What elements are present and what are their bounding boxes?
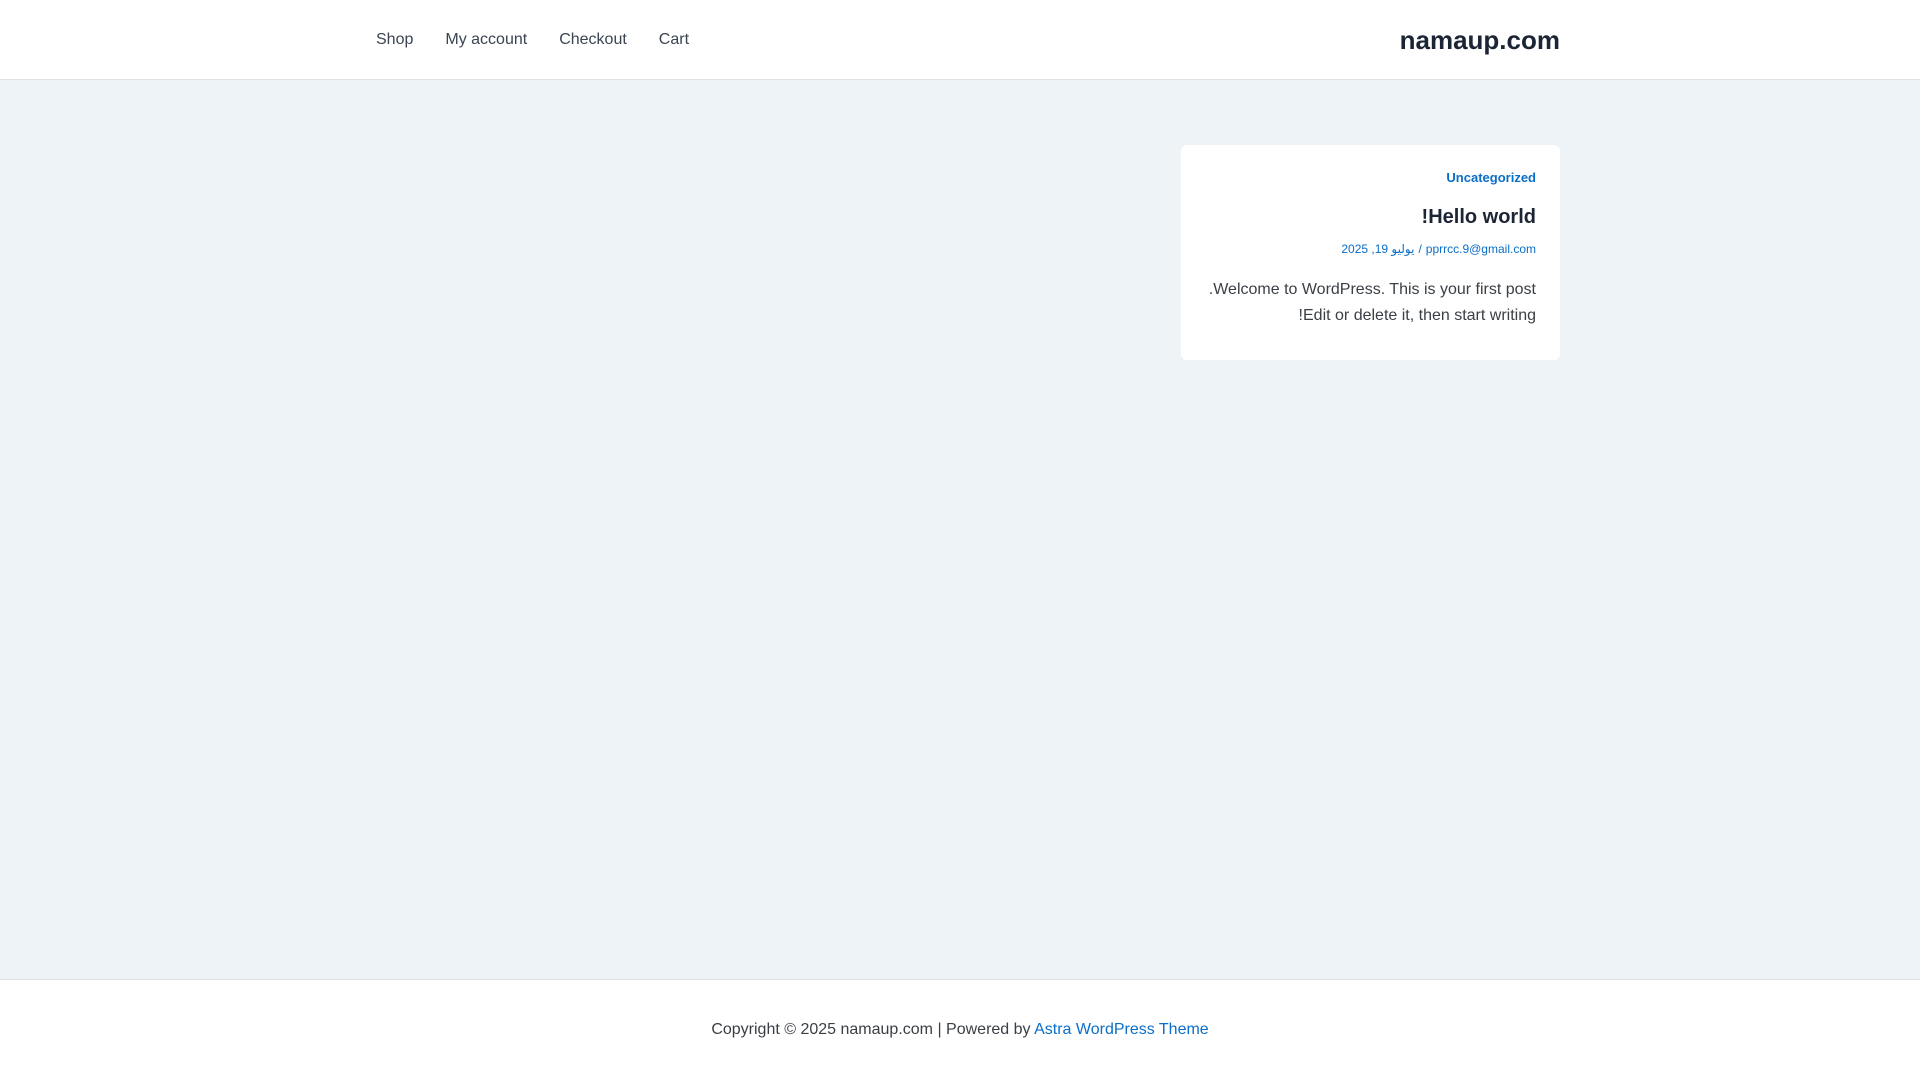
site-title[interactable]: namaup.com	[1400, 0, 1560, 80]
footer-copyright: Copyright © 2025 namaup.com | Powered by…	[0, 1019, 1920, 1041]
post-excerpt: Welcome to WordPress. This is your first…	[1205, 277, 1536, 329]
primary-nav: Shop My account Checkout Cart	[376, 0, 689, 80]
post-excerpt-line: Edit or delete it, then start writing!	[1298, 307, 1536, 324]
nav-item-my-account[interactable]: My account	[445, 0, 527, 80]
nav-item-cart[interactable]: Cart	[659, 0, 689, 80]
post-date: يوليو 19, 2025	[1341, 242, 1415, 256]
footer-theme-link[interactable]: Astra WordPress Theme	[1034, 1021, 1209, 1038]
nav-item-checkout[interactable]: Checkout	[559, 0, 627, 80]
main-content: Uncategorized Hello world! pprrcc.9@gmai…	[0, 81, 1920, 979]
site-footer: Copyright © 2025 namaup.com | Powered by…	[0, 979, 1920, 1080]
post-title-link[interactable]: Hello world!	[1205, 205, 1536, 229]
post-meta-separator: /	[1418, 242, 1422, 256]
post-card: Uncategorized Hello world! pprrcc.9@gmai…	[1181, 145, 1560, 360]
post-author-link[interactable]: pprrcc.9@gmail.com	[1426, 242, 1536, 256]
nav-item-shop[interactable]: Shop	[376, 0, 413, 80]
post-category-link[interactable]: Uncategorized	[1205, 169, 1536, 187]
post-excerpt-line: Welcome to WordPress. This is your first…	[1208, 281, 1536, 298]
page: Shop My account Checkout Cart namaup.com…	[0, 0, 1920, 1080]
footer-copyright-text: Copyright © 2025 namaup.com | Powered by	[711, 1021, 1035, 1038]
site-header: Shop My account Checkout Cart namaup.com	[0, 0, 1920, 80]
post-meta: pprrcc.9@gmail.com /يوليو 19, 2025	[1205, 241, 1536, 257]
